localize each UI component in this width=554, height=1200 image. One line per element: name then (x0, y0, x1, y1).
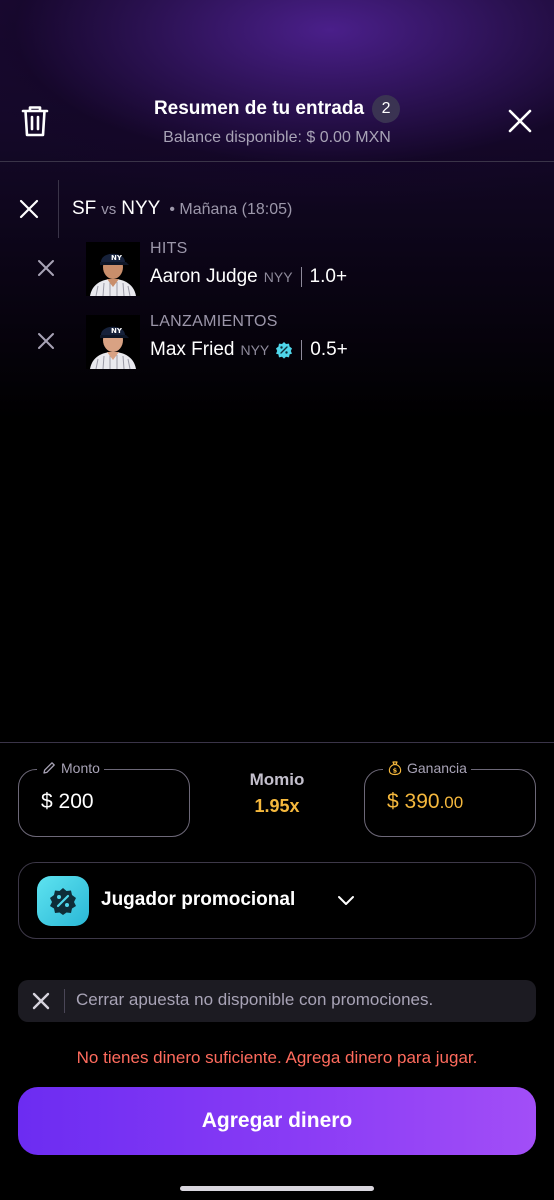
pencil-icon (43, 762, 55, 774)
money-bag-icon: $ (388, 761, 402, 776)
pick-category: LANZAMIENTOS (150, 313, 278, 330)
home-indicator (180, 1186, 374, 1191)
panel-divider (0, 742, 554, 743)
pick-details: Aaron Judge NYY 1.0+ (150, 266, 347, 288)
separator (300, 267, 302, 287)
insufficient-funds-message: No tienes dinero suficiente. Agrega dine… (76, 1048, 478, 1067)
home-team: SF (72, 198, 97, 219)
page-title: Resumen de tu entrada (153, 98, 365, 119)
gain-amount: $ 390.00 (387, 790, 463, 814)
pick-details: Max Fried NYY 0.5+ (150, 339, 348, 361)
odds-label: Momio (249, 770, 305, 789)
remove-pick-icon[interactable] (34, 329, 58, 353)
pick-line-value: 0.5+ (310, 339, 348, 360)
promo-player-label: Jugador promocional (101, 889, 296, 910)
amount-label-wrap: Monto (37, 760, 104, 776)
pick-category: HITS (150, 240, 188, 257)
chevron-down-icon (338, 896, 354, 905)
player-team: NYY (240, 342, 270, 358)
header-divider (0, 161, 554, 162)
close-icon[interactable] (505, 106, 535, 136)
promo-player-select[interactable]: Jugador promocional (18, 862, 536, 939)
gain-cents: .00 (439, 793, 464, 812)
remove-pick-icon[interactable] (34, 256, 58, 280)
player-name: Aaron Judge (150, 266, 258, 287)
player-avatar: NY (86, 242, 140, 296)
match-title: SF vs NYY • Mañana (18:05) (72, 198, 292, 220)
balance-text: Balance disponible: $ 0.00 MXN (163, 129, 391, 146)
amount-field[interactable]: Monto $ 200 (18, 760, 190, 837)
svg-text:NY: NY (111, 327, 123, 335)
promo-icon (37, 876, 89, 926)
away-team: NYY (121, 198, 161, 219)
picks-count-badge: 2 (372, 95, 401, 123)
match-time: • Mañana (18:05) (169, 201, 293, 218)
notice-text: Cerrar apuesta no disponible con promoci… (76, 990, 434, 1009)
match-row: SF vs NYY • Mañana (18:05) (0, 180, 554, 238)
player-team: NYY (263, 269, 293, 285)
amount-label: Monto (61, 760, 100, 776)
pick-line-value: 1.0+ (309, 266, 348, 287)
promo-notice: Cerrar apuesta no disponible con promoci… (18, 980, 536, 1022)
gain-value: $ 390 (387, 790, 440, 813)
amount-value[interactable]: $ 200 (41, 790, 94, 814)
gain-field: $ Ganancia $ 390.00 (364, 760, 536, 837)
odds-block: Momio 1.95x (210, 770, 344, 817)
remove-match-icon[interactable] (16, 196, 42, 222)
divider (58, 180, 59, 238)
header: Resumen de tu entrada 2 Balance disponib… (0, 0, 554, 162)
pick-item: NY LANZAMIENTOS Max Fried NYY 0.5+ (0, 309, 554, 373)
separator (301, 340, 303, 360)
pick-item: NY HITS Aaron Judge NYY 1.0+ (0, 236, 554, 300)
player-avatar: NY (86, 315, 140, 369)
svg-text:$: $ (393, 766, 398, 774)
odds-value: 1.95x (254, 796, 300, 816)
player-name: Max Fried (150, 339, 235, 360)
add-money-button[interactable]: Agregar dinero (18, 1087, 536, 1155)
gain-label-wrap: $ Ganancia (383, 760, 471, 776)
promo-badge-icon (276, 342, 293, 359)
title-block: Resumen de tu entrada 2 Balance disponib… (0, 95, 554, 147)
gain-label: Ganancia (407, 760, 467, 776)
svg-text:NY: NY (111, 254, 123, 262)
close-notice-icon[interactable] (30, 990, 52, 1012)
vs-label: vs (101, 201, 117, 218)
divider (64, 989, 65, 1013)
